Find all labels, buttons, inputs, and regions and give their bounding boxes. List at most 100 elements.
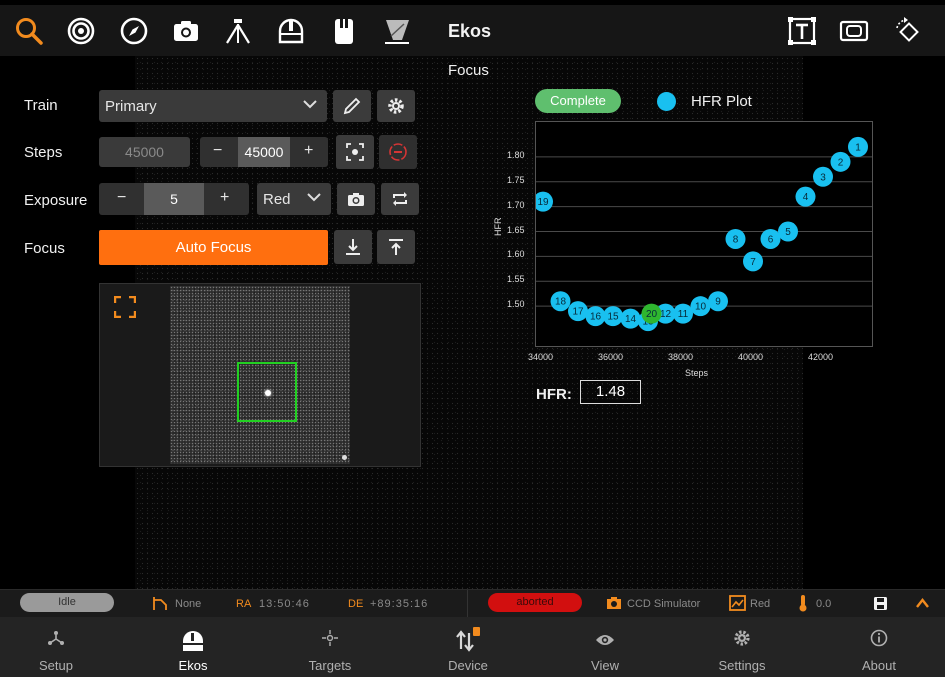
filter-wheel-icon [729, 595, 746, 611]
hfr-point-5[interactable]: 5 [778, 221, 798, 242]
hfr-chart[interactable]: 1234567891011121314151617181920 [533, 121, 873, 347]
point-label: 3 [820, 172, 826, 183]
eye-icon [596, 635, 614, 645]
nav-label: Targets [308, 658, 352, 673]
hfr-point-8[interactable]: 8 [725, 228, 746, 249]
hfr-point-2[interactable]: 2 [830, 151, 851, 172]
hfr-point-20[interactable]: 20 [641, 303, 662, 324]
chevron-up-icon[interactable] [915, 597, 930, 609]
hfr-point-3[interactable]: 3 [813, 166, 833, 187]
point-label: 20 [646, 309, 658, 320]
targets-icon [322, 630, 338, 646]
hfr-point-11[interactable]: 11 [673, 303, 693, 324]
focus-status-badge: Complete [535, 89, 621, 113]
mount-icon [153, 597, 167, 610]
point-label: 2 [838, 157, 844, 168]
point-label: 6 [768, 234, 774, 245]
nav-targets[interactable]: Targets [270, 617, 390, 677]
nav-view[interactable]: View [545, 617, 665, 677]
text-overlay-icon[interactable] [786, 15, 818, 47]
nav-device[interactable]: Device [408, 617, 528, 677]
point-label: 7 [750, 257, 756, 268]
point-label: 14 [625, 314, 637, 325]
camera-name: CCD Simulator [627, 598, 701, 610]
hfr-point-15[interactable]: 15 [603, 306, 623, 327]
hfr-point-9[interactable]: 9 [708, 291, 728, 312]
nav-setup[interactable]: Setup [0, 617, 116, 677]
y-tick-labels: 1.80 1.75 1.70 1.65 1.60 1.55 1.50 [0, 0, 530, 360]
x-tick-label: 42000 [808, 352, 834, 362]
nav-label: Device [448, 658, 488, 673]
hfr-value: 1.48 [580, 380, 641, 404]
hfr-plot-svg: 1234567891011121314151617181920 [533, 136, 872, 332]
setup-icon [48, 631, 64, 645]
hfr-point-17[interactable]: 17 [568, 301, 588, 322]
device-icon [456, 627, 480, 652]
point-label: 15 [607, 312, 619, 323]
nav-about[interactable]: About [819, 617, 939, 677]
legend-label: HFR Plot [691, 93, 752, 110]
point-label: 10 [695, 302, 707, 313]
nav-label: Ekos [178, 658, 208, 673]
point-label: 19 [537, 197, 549, 208]
y-tick-label: 1.80 [507, 149, 525, 160]
nav-label: View [591, 658, 619, 673]
current-filter: Red [750, 598, 771, 610]
nav-label: About [862, 658, 896, 673]
bottom-navigation: Setup Ekos Targets Device View Settings … [0, 617, 945, 677]
point-label: 12 [660, 309, 672, 320]
x-tick-label: 40000 [738, 352, 764, 362]
camera-icon [607, 597, 621, 609]
gear-icon [734, 630, 750, 646]
hfr-label: HFR: [536, 386, 572, 403]
point-label: 16 [590, 312, 602, 323]
nav-label: Settings [718, 658, 766, 673]
ekos-icon [183, 631, 203, 651]
point-label: 11 [678, 309, 689, 320]
nav-settings[interactable]: Settings [682, 617, 802, 677]
capture-state-badge: aborted [488, 593, 582, 612]
x-tick-label: 34000 [528, 352, 554, 362]
selected-star [265, 390, 271, 396]
de-label: DE [348, 598, 364, 610]
point-label: 17 [572, 307, 584, 318]
hfr-point-4[interactable]: 4 [795, 186, 816, 207]
legend-marker [657, 92, 676, 111]
hfr-point-16[interactable]: 16 [585, 306, 606, 327]
hfr-point-10[interactable]: 10 [690, 296, 711, 317]
x-tick-label: 38000 [668, 352, 694, 362]
y-tick-label: 1.50 [507, 299, 525, 310]
ra-label: RA [236, 598, 252, 610]
rotate-icon[interactable] [891, 15, 923, 47]
hfr-point-6[interactable]: 6 [760, 228, 781, 249]
capture-frame-icon[interactable] [838, 15, 870, 47]
star [342, 455, 347, 460]
point-label: 4 [803, 192, 809, 203]
point-label: 18 [555, 297, 567, 308]
point-label: 9 [715, 297, 721, 308]
point-label: 5 [785, 227, 791, 238]
hfr-point-14[interactable]: 14 [620, 308, 641, 329]
y-tick-label: 1.65 [507, 224, 525, 235]
save-icon[interactable] [873, 596, 888, 611]
hfr-point-7[interactable]: 7 [743, 251, 763, 272]
y-tick-label: 1.55 [507, 274, 525, 285]
temperature: 0.0 [816, 598, 832, 610]
info-icon [870, 629, 888, 647]
nav-label: Setup [39, 658, 73, 673]
ekos-state-badge: Idle [20, 593, 114, 612]
x-axis-label: Steps [685, 368, 709, 378]
nav-ekos[interactable]: Ekos [133, 617, 253, 677]
mount-target: None [175, 598, 202, 610]
hfr-point-19[interactable]: 19 [533, 191, 553, 212]
hfr-point-18[interactable]: 18 [550, 291, 571, 312]
y-tick-label: 1.70 [507, 199, 525, 210]
de-value: +89:35:16 [370, 598, 429, 610]
ra-value: 13:50:46 [259, 598, 310, 610]
point-label: 1 [855, 142, 861, 153]
x-tick-label: 36000 [598, 352, 624, 362]
point-label: 8 [733, 234, 739, 245]
status-bar: Idle None RA 13:50:46 DE +89:35:16 abort… [0, 589, 945, 617]
y-tick-label: 1.60 [507, 249, 525, 260]
hfr-point-1[interactable]: 1 [848, 136, 868, 157]
